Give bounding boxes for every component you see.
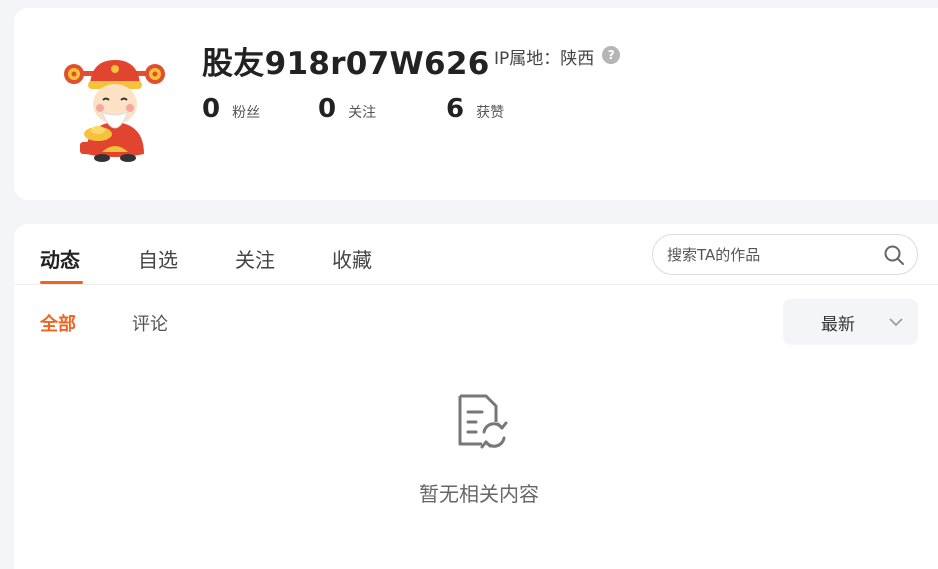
- stat-likes: 6 获赞: [446, 94, 504, 124]
- tab-feed[interactable]: 动态: [40, 244, 80, 273]
- ip-location: IP属地：陕西 ?: [494, 44, 621, 69]
- stat-fans-label: 粉丝: [232, 105, 261, 121]
- stat-likes-label: 获赞: [476, 105, 505, 121]
- stat-following[interactable]: 0 关注: [318, 94, 376, 124]
- tab-following[interactable]: 关注: [235, 244, 275, 273]
- chevron-down-icon: [889, 318, 903, 327]
- subtab-all[interactable]: 全部: [40, 310, 76, 336]
- content-panel: 动态 自选 关注 收藏 全部 评论 最新 暂无相关内容: [14, 224, 938, 569]
- empty-document-icon: [458, 394, 508, 449]
- ip-label: IP属地：陕西: [494, 49, 595, 69]
- search-input[interactable]: [667, 245, 883, 264]
- empty-state-text: 暂无相关内容: [419, 482, 539, 506]
- stat-following-value: 0: [318, 94, 337, 124]
- avatar[interactable]: [62, 54, 172, 164]
- sort-selected-label: 最新: [821, 314, 855, 335]
- help-icon[interactable]: ?: [602, 45, 621, 64]
- sort-select[interactable]: 最新: [783, 299, 918, 345]
- tab-watchlist[interactable]: 自选: [138, 244, 178, 273]
- tab-favorites[interactable]: 收藏: [332, 244, 372, 273]
- username: 股友918r07W626: [202, 46, 490, 82]
- search-box[interactable]: [652, 234, 918, 275]
- stat-fans-value: 0: [202, 94, 221, 124]
- stat-likes-value: 6: [446, 94, 465, 124]
- subtab-comments[interactable]: 评论: [132, 310, 168, 336]
- active-tab-indicator: [40, 281, 83, 284]
- search-icon[interactable]: [883, 244, 905, 266]
- stat-fans[interactable]: 0 粉丝: [202, 94, 260, 124]
- stat-following-label: 关注: [348, 105, 377, 121]
- tab-bar: 动态 自选 关注 收藏: [14, 224, 938, 285]
- profile-card: 股友918r07W626 IP属地：陕西 ? 0 粉丝 0 关注 6 获赞: [14, 8, 938, 200]
